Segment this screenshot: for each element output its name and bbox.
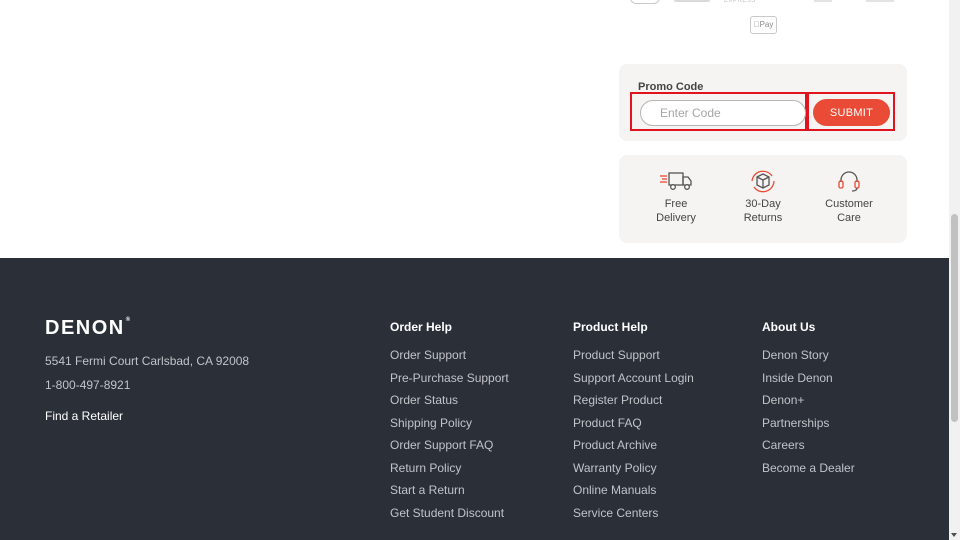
find-retailer-link[interactable]: Find a Retailer [45, 409, 123, 423]
scrollbar-thumb[interactable] [951, 214, 958, 422]
denon-logo[interactable]: DENON® [45, 317, 132, 340]
footer-link-online-manuals[interactable]: Online Manuals [573, 479, 694, 502]
company-phone[interactable]: 1-800-497-8921 [45, 378, 130, 392]
feature-label-line2: Delivery [656, 211, 696, 224]
footer-link-denon-story[interactable]: Denon Story [762, 344, 855, 367]
footer-link-shipping-policy[interactable]: Shipping Policy [390, 412, 509, 435]
footer-column-product-help: Product Help Product Support Support Acc… [573, 320, 694, 524]
footer-link-warranty-policy[interactable]: Warranty Policy [573, 457, 694, 480]
footer-link-support-account-login[interactable]: Support Account Login [573, 367, 694, 390]
footer-link-denon-plus[interactable]: Denon+ [762, 389, 855, 412]
footer-link-inside-denon[interactable]: Inside Denon [762, 367, 855, 390]
footer-link-careers[interactable]: Careers [762, 434, 855, 457]
payment-logos: EXPRESS [628, 0, 898, 6]
feature-label-line2: Care [837, 211, 861, 224]
company-address: 5541 Fermi Court Carlsbad, CA 92008 [45, 354, 250, 368]
affirm-icon [866, 0, 894, 2]
mastercard-icon [630, 0, 660, 4]
page: EXPRESS Pay Promo Code SUBMIT Free D [0, 0, 960, 540]
visa-icon [674, 0, 710, 2]
page-scrollbar[interactable] [949, 0, 960, 540]
footer-link-student-discount[interactable]: Get Student Discount [390, 502, 509, 525]
footer-link-pre-purchase-support[interactable]: Pre-Purchase Support [390, 367, 509, 390]
feature-label-line1: 30-Day [745, 198, 781, 210]
feature-free-delivery: Free Delivery [636, 169, 716, 225]
feature-label-line1: Free [664, 198, 688, 210]
footer-column-about-us: About Us Denon Story Inside Denon Denon+… [762, 320, 855, 479]
site-footer: DENON® 5541 Fermi Court Carlsbad, CA 920… [0, 258, 949, 540]
footer-link-product-support[interactable]: Product Support [573, 344, 694, 367]
feature-panel: Free Delivery 30-Day Returns Customer Ca… [619, 155, 907, 243]
promo-submit-button[interactable]: SUBMIT [813, 99, 890, 126]
footer-column-title: Order Help [390, 320, 453, 334]
footer-link-become-dealer[interactable]: Become a Dealer [762, 457, 855, 480]
delivery-truck-icon [660, 172, 692, 190]
footer-column-order-help: Order Help Order Support Pre-Purchase Su… [390, 320, 509, 524]
promo-code-card: Promo Code SUBMIT [619, 64, 907, 141]
footer-link-service-centers[interactable]: Service Centers [573, 502, 694, 525]
footer-column-title: About Us [762, 320, 816, 334]
footer-link-order-support-faq[interactable]: Order Support FAQ [390, 434, 509, 457]
logo-text: DENON [45, 317, 125, 339]
footer-link-order-support[interactable]: Order Support [390, 344, 509, 367]
apple-pay-label: Pay [756, 20, 774, 29]
footer-link-product-faq[interactable]: Product FAQ [573, 412, 694, 435]
feature-customer-care: Customer Care [809, 169, 889, 225]
footer-link-order-status[interactable]: Order Status [390, 389, 509, 412]
feature-label-line1: Customer [825, 198, 873, 210]
footer-link-start-return[interactable]: Start a Return [390, 479, 509, 502]
registered-mark-icon: ® [125, 317, 132, 323]
feature-label-line2: Returns [743, 211, 783, 224]
returns-box-icon [751, 170, 775, 193]
footer-link-return-policy[interactable]: Return Policy [390, 457, 509, 480]
promo-code-input[interactable] [640, 100, 806, 126]
feature-returns: 30-Day Returns [723, 169, 803, 225]
footer-link-product-archive[interactable]: Product Archive [573, 434, 694, 457]
footer-column-title: Product Help [573, 320, 648, 334]
footer-link-partnerships[interactable]: Partnerships [762, 412, 855, 435]
promo-input-highlight [630, 92, 807, 131]
discover-icon [814, 0, 832, 2]
amex-label: EXPRESS [724, 0, 756, 4]
apple-pay-icon: Pay [750, 16, 777, 34]
headset-icon [838, 171, 860, 192]
submit-highlight: SUBMIT [807, 92, 895, 131]
scroll-down-arrow-icon[interactable] [951, 533, 957, 537]
footer-link-register-product[interactable]: Register Product [573, 389, 694, 412]
